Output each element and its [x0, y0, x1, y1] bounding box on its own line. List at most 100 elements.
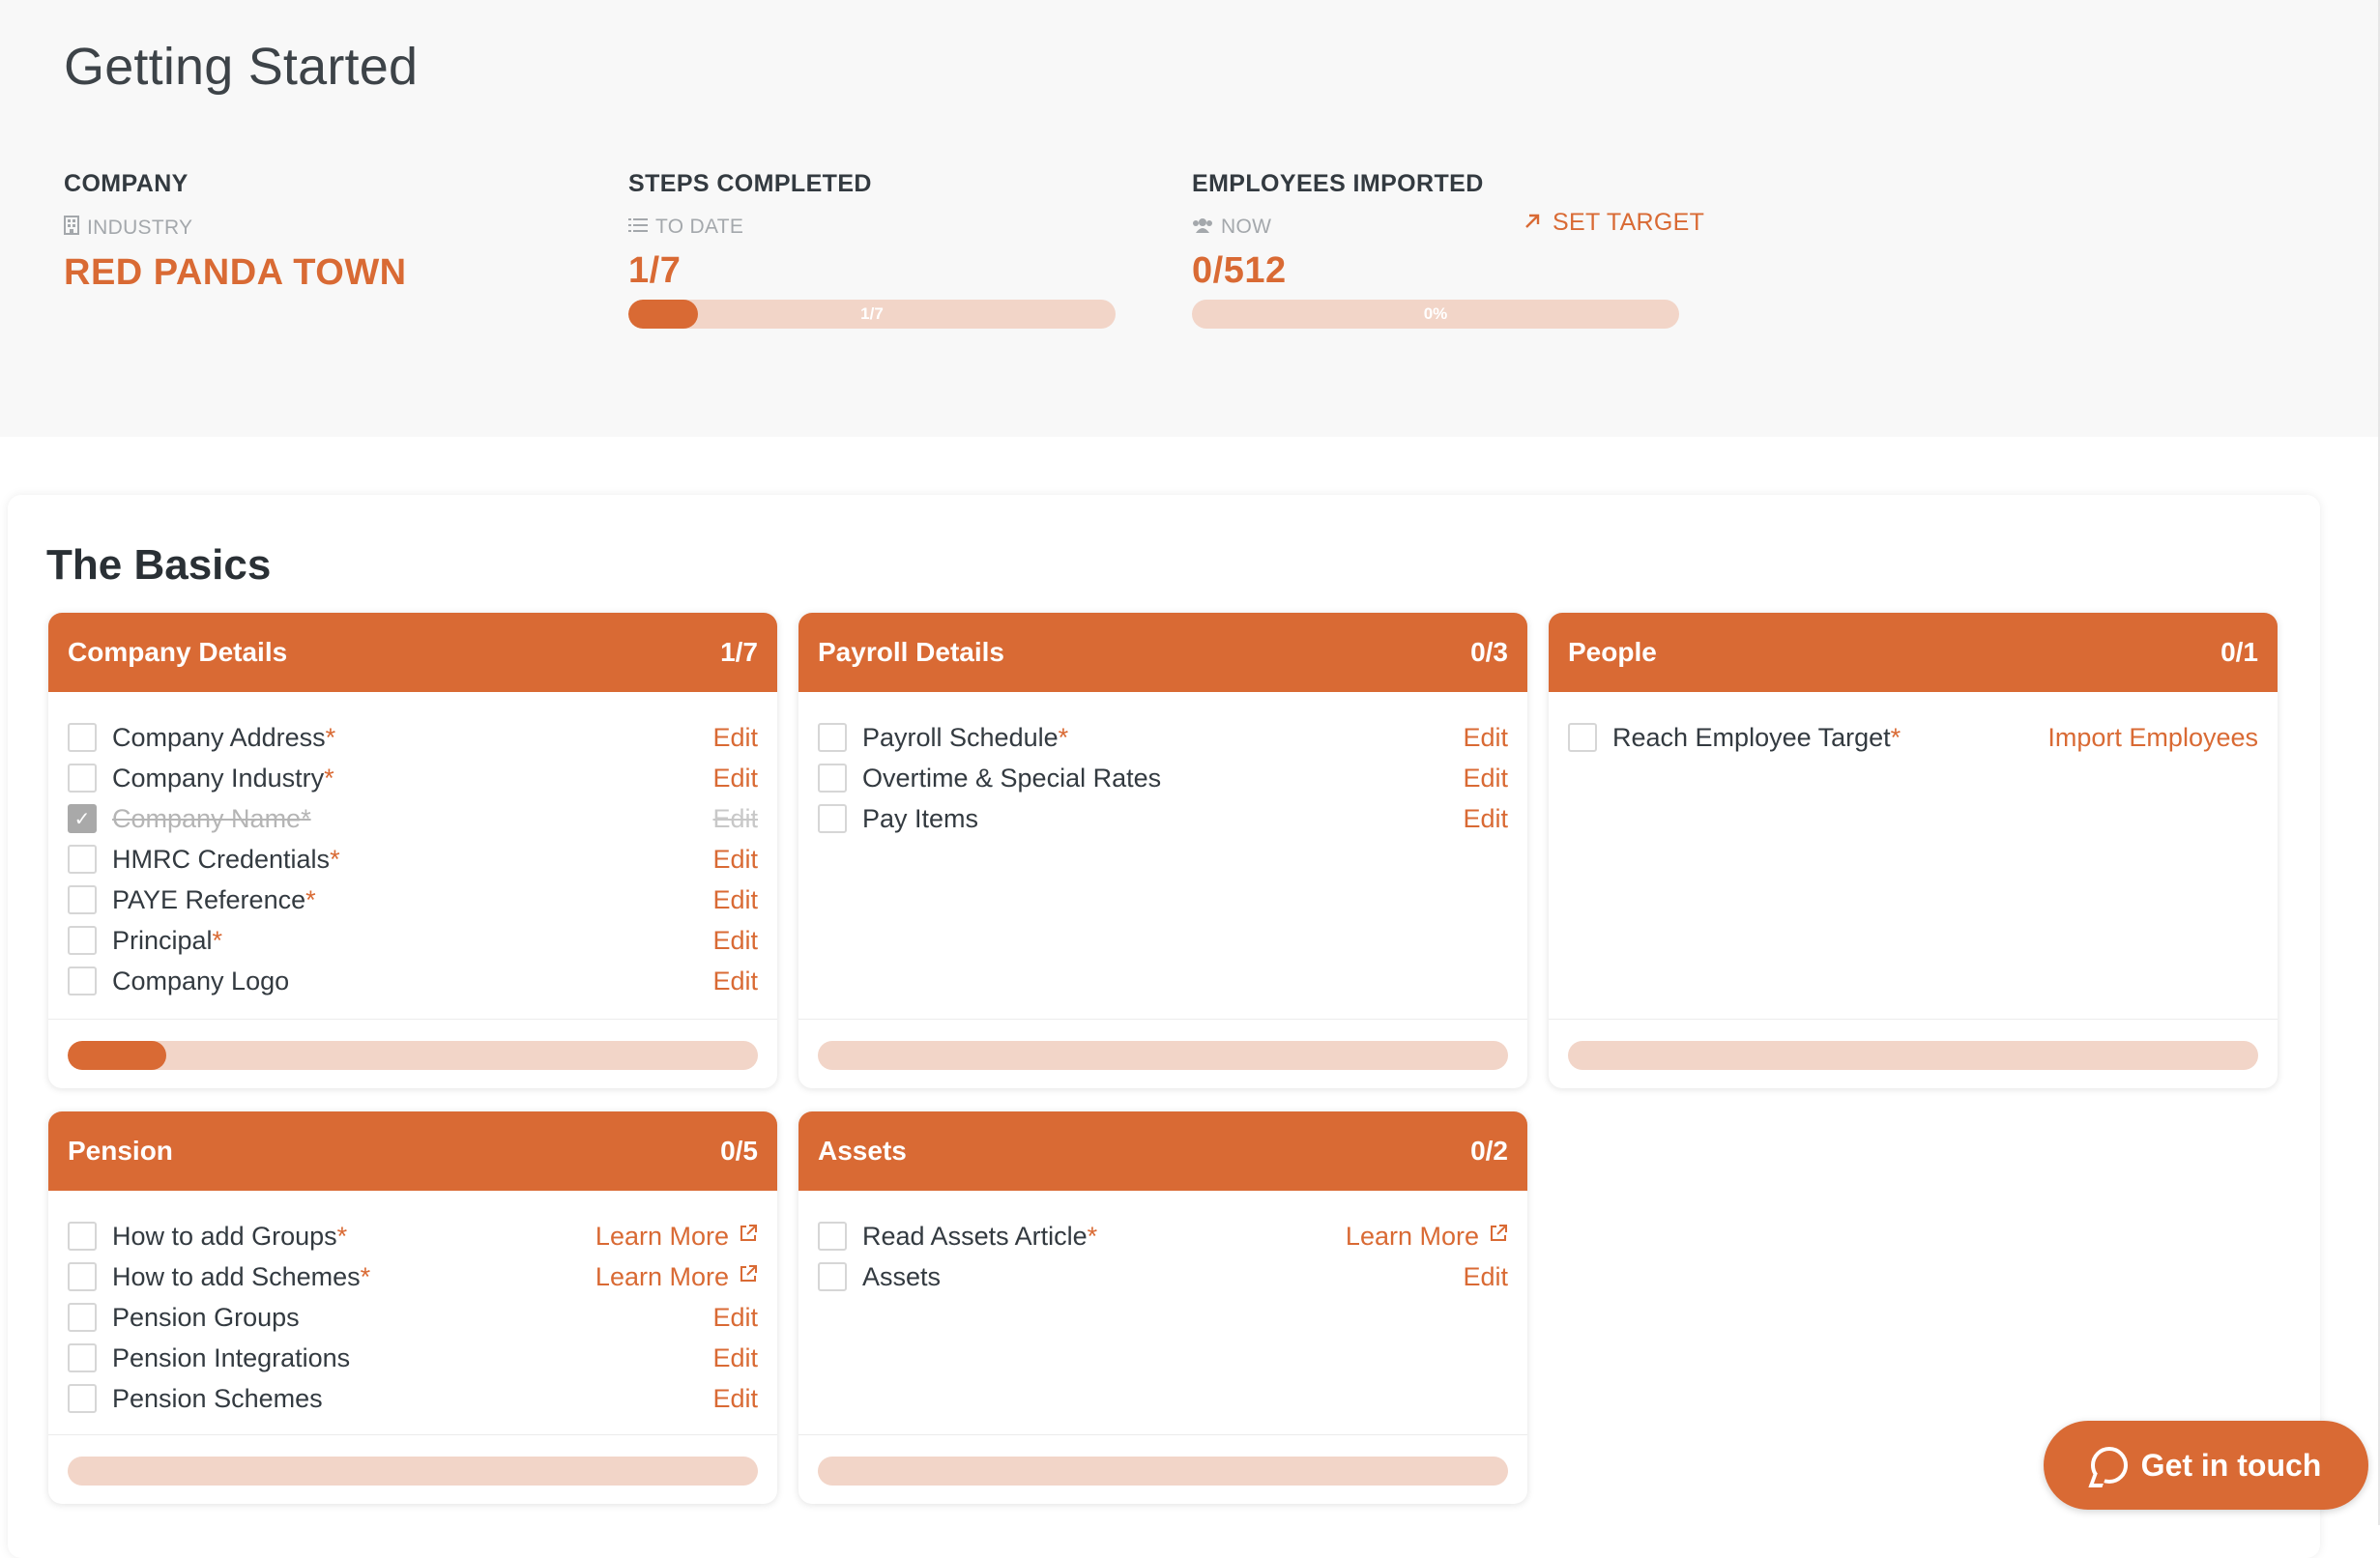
checkbox[interactable]	[68, 1303, 97, 1332]
panel-progress-bar	[68, 1457, 758, 1486]
stat-company: COMPANY INDUSTRY RED PANDA TOWN	[64, 170, 407, 294]
edit-link[interactable]: Edit	[712, 926, 758, 956]
stat-label: EMPLOYEES IMPORTED	[1192, 170, 1484, 197]
panel-company-details: Company Details 1/7 Company Address* Edit Co…	[48, 613, 777, 1088]
item-text: Company Address	[112, 722, 326, 752]
learn-more-link[interactable]: Learn More	[595, 1262, 758, 1292]
required-asterisk: *	[325, 722, 336, 752]
panel-header: Payroll Details 0/3	[798, 613, 1527, 692]
panel-checklist: Read Assets Article* Learn More Assets Edit	[798, 1191, 1527, 1297]
get-in-touch-button[interactable]: Get in touch	[2044, 1421, 2368, 1510]
edit-link[interactable]: Edit	[712, 1384, 758, 1414]
action-label: Learn More	[1345, 1221, 1479, 1251]
edit-link[interactable]: Edit	[1463, 764, 1508, 793]
panel-footer	[798, 1019, 1527, 1088]
checkbox[interactable]	[68, 1262, 97, 1291]
checkbox[interactable]	[68, 1343, 97, 1372]
checkbox[interactable]	[68, 1384, 97, 1413]
edit-link[interactable]: Edit	[712, 723, 758, 753]
panel-footer	[798, 1434, 1527, 1504]
edit-link[interactable]: Edit	[712, 845, 758, 875]
checkbox[interactable]	[818, 723, 847, 752]
checklist-item-label: How to add Groups*	[112, 1222, 595, 1252]
panel-title: Payroll Details	[818, 637, 1004, 667]
checkbox[interactable]	[818, 764, 847, 793]
checklist-item-label: Principal*	[112, 926, 712, 956]
edit-link[interactable]: Edit	[712, 804, 758, 834]
item-text: Pension Schemes	[112, 1383, 323, 1413]
checklist-item: How to add Schemes* Learn More	[68, 1256, 758, 1297]
checklist-item: Pension Schemes Edit	[68, 1378, 758, 1419]
panel-count: 0/5	[720, 1136, 758, 1166]
checklist-item: Pay Items Edit	[818, 798, 1508, 839]
item-text: Pay Items	[862, 803, 979, 833]
checkbox[interactable]	[68, 967, 97, 995]
panel-checklist: Payroll Schedule* Edit Overtime & Special …	[798, 692, 1527, 839]
steps-value: 1/7	[628, 250, 682, 291]
checkbox[interactable]: ✓	[68, 804, 97, 833]
set-target-link[interactable]: SET TARGET	[1524, 209, 1704, 237]
checklist-item: Reach Employee Target* Import Employees	[1568, 717, 2258, 758]
stat-sub-label: TO DATE	[655, 216, 744, 238]
panel-payroll-details: Payroll Details 0/3 Payroll Schedule* Edit O…	[798, 613, 1527, 1088]
panel-assets: Assets 0/2 Read Assets Article* Learn More A…	[798, 1111, 1527, 1504]
get-in-touch-label: Get in touch	[2140, 1447, 2322, 1483]
action-label: Edit	[712, 1383, 758, 1413]
item-text: Pension Integrations	[112, 1342, 351, 1372]
checklist-item: Overtime & Special Rates Edit	[818, 758, 1508, 798]
checkbox[interactable]	[68, 1222, 97, 1251]
item-text: Pension Groups	[112, 1302, 300, 1332]
import-employees-link[interactable]: Import Employees	[2047, 723, 2258, 753]
item-text: Payroll Schedule	[862, 722, 1059, 752]
list-icon	[628, 216, 648, 239]
checklist-item: Pension Integrations Edit	[68, 1338, 758, 1378]
required-asterisk: *	[330, 844, 340, 874]
edit-link[interactable]: Edit	[1463, 723, 1508, 753]
edit-link[interactable]: Edit	[1463, 804, 1508, 834]
checkbox[interactable]	[818, 1222, 847, 1251]
checkbox[interactable]	[68, 723, 97, 752]
panel-people: People 0/1 Reach Employee Target* Import Em…	[1549, 613, 2278, 1088]
panel-progress-bar	[1568, 1041, 2258, 1070]
item-text: Read Assets Article	[862, 1221, 1088, 1251]
item-text: How to add Groups	[112, 1221, 337, 1251]
checklist-item-label: Pay Items	[862, 804, 1463, 834]
edit-link[interactable]: Edit	[712, 885, 758, 915]
item-text: Company Name	[112, 803, 302, 833]
stat-label: STEPS COMPLETED	[628, 170, 872, 197]
learn-more-link[interactable]: Learn More	[1346, 1222, 1508, 1252]
external-link-icon	[1489, 1224, 1508, 1249]
checkbox[interactable]	[818, 804, 847, 833]
edit-link[interactable]: Edit	[712, 764, 758, 793]
edit-link[interactable]: Edit	[712, 967, 758, 996]
checkbox[interactable]	[68, 926, 97, 955]
item-text: Company Logo	[112, 966, 290, 995]
building-icon	[64, 216, 79, 241]
required-asterisk: *	[305, 884, 316, 914]
checkbox[interactable]	[1568, 723, 1597, 752]
edit-link[interactable]: Edit	[712, 1303, 758, 1333]
action-label: Edit	[712, 844, 758, 874]
action-label: Edit	[712, 722, 758, 752]
checkbox[interactable]	[818, 1262, 847, 1291]
checklist-item-label: Assets	[862, 1262, 1463, 1292]
checklist-item-label: Company Industry*	[112, 764, 712, 793]
checkbox[interactable]	[68, 764, 97, 793]
panel-checklist: Reach Employee Target* Import Employees	[1549, 692, 2278, 758]
learn-more-link[interactable]: Learn More	[595, 1222, 758, 1252]
panel-count: 0/1	[2220, 637, 2258, 667]
checkbox[interactable]	[68, 845, 97, 874]
checklist-item-label: Pension Groups	[112, 1303, 712, 1333]
checklist-item: HMRC Credentials* Edit	[68, 839, 758, 880]
required-asterisk: *	[336, 1221, 348, 1251]
panel-header: People 0/1	[1549, 613, 2278, 692]
checklist-item: How to add Groups* Learn More	[68, 1216, 758, 1256]
checklist-item-label: Overtime & Special Rates	[862, 764, 1463, 793]
edit-link[interactable]: Edit	[1463, 1262, 1508, 1292]
basics-title: The Basics	[46, 541, 272, 589]
edit-link[interactable]: Edit	[712, 1343, 758, 1373]
stat-employees: EMPLOYEES IMPORTED NOW 0/512 0%	[1192, 170, 1679, 329]
external-link-icon	[739, 1264, 758, 1289]
panel-checklist: How to add Groups* Learn More How to add S…	[48, 1191, 777, 1419]
checkbox[interactable]	[68, 885, 97, 914]
